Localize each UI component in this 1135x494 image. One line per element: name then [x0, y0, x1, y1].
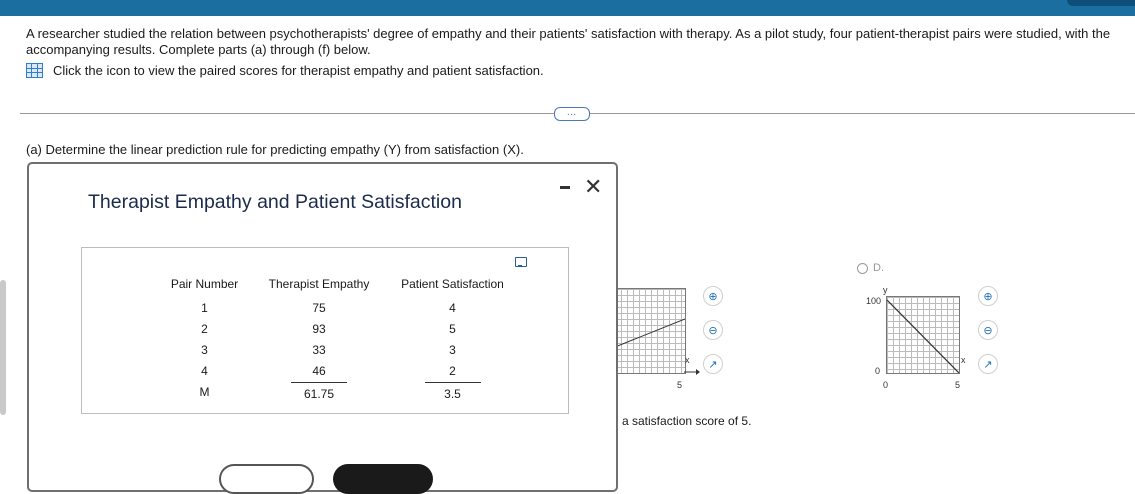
axis-zero-y: 0 — [875, 366, 881, 376]
table-row: 2 93 5 — [158, 318, 518, 339]
axis-tick-5-d: 5 — [955, 380, 961, 390]
column-header: Therapist Empathy — [268, 277, 370, 291]
mean-empathy-cell: 61.75 — [251, 381, 387, 402]
option-c-line — [615, 318, 685, 348]
axis-zero-x: 0 — [883, 380, 889, 390]
option-d-graph — [886, 296, 960, 374]
data-popup: Therapist Empathy and Patient Satisfacti… — [27, 162, 618, 494]
table-icon[interactable] — [26, 63, 43, 78]
pair-number-cell: 3 — [201, 342, 208, 357]
column-header: Patient Satisfaction — [401, 277, 504, 291]
axis-x-label-d: x — [961, 355, 966, 365]
enlarge-icon[interactable]: ↗ — [703, 354, 723, 374]
x-axis-arrow-icon — [684, 369, 700, 375]
scores-table: Pair Number Therapist Empathy Patient Sa… — [158, 277, 518, 402]
option-d[interactable]: D. — [857, 262, 884, 274]
table-row: 1 75 4 — [158, 297, 518, 318]
option-d-line — [887, 299, 959, 373]
zoom-in-icon[interactable]: ⊕ — [703, 286, 723, 306]
pair-number-cell: 2 — [201, 321, 208, 336]
empathy-cell: 75 — [312, 300, 326, 315]
part-a-prompt: (a) Determine the linear prediction rule… — [26, 142, 524, 157]
empathy-cell: 46 — [312, 363, 326, 378]
scores-table-box: Pair Number Therapist Empathy Patient Sa… — [81, 247, 569, 414]
satisfaction-cell: 3 — [449, 342, 456, 357]
axis-y-label: y — [883, 285, 888, 295]
mean-label-cell: M — [199, 384, 210, 399]
satisfaction-cell: 5 — [449, 321, 456, 336]
enlarge-icon-d[interactable]: ↗ — [978, 354, 998, 374]
table-row: 3 33 3 — [158, 339, 518, 360]
pair-number-cell: 4 — [201, 363, 208, 378]
empathy-cell: 33 — [312, 342, 326, 357]
minimize-icon[interactable] — [560, 186, 570, 189]
option-d-label: D. — [873, 262, 884, 274]
partial-question-text: a satisfaction score of 5. — [622, 414, 752, 428]
more-button[interactable]: … — [554, 107, 590, 121]
axis-tick-5: 5 — [677, 380, 683, 390]
data-link-label[interactable]: Click the icon to view the paired scores… — [53, 63, 544, 78]
pair-number-cell: 1 — [201, 300, 208, 315]
data-link[interactable]: Click the icon to view the paired scores… — [26, 63, 544, 78]
question-text: A researcher studied the relation betwee… — [26, 26, 1111, 57]
axis-x-label: x — [685, 355, 690, 365]
empathy-cell: 93 — [312, 321, 326, 336]
zoom-out-icon-d[interactable]: ⊖ — [978, 320, 998, 340]
top-bar — [0, 0, 1135, 16]
mean-satisfaction-cell: 3.5 — [387, 381, 518, 402]
close-icon[interactable]: ✕ — [584, 176, 602, 198]
top-bar-button[interactable] — [1067, 0, 1135, 6]
done-button[interactable] — [333, 464, 433, 494]
option-d-radio[interactable] — [857, 262, 868, 274]
print-button[interactable] — [219, 464, 314, 494]
axis-y-top: 100 — [866, 296, 882, 306]
option-c-graph — [614, 288, 686, 374]
zoom-out-icon[interactable]: ⊖ — [703, 320, 723, 340]
satisfaction-cell: 2 — [449, 363, 456, 378]
table-row: 4 46 2 — [158, 360, 518, 381]
copy-icon[interactable] — [515, 257, 527, 267]
column-header: Pair Number — [170, 277, 239, 291]
satisfaction-cell: 4 — [449, 300, 456, 315]
popup-title: Therapist Empathy and Patient Satisfacti… — [88, 191, 462, 213]
scrollbar[interactable] — [0, 280, 6, 415]
mean-row: M 61.75 3.5 — [158, 381, 518, 402]
zoom-in-icon-d[interactable]: ⊕ — [978, 286, 998, 306]
